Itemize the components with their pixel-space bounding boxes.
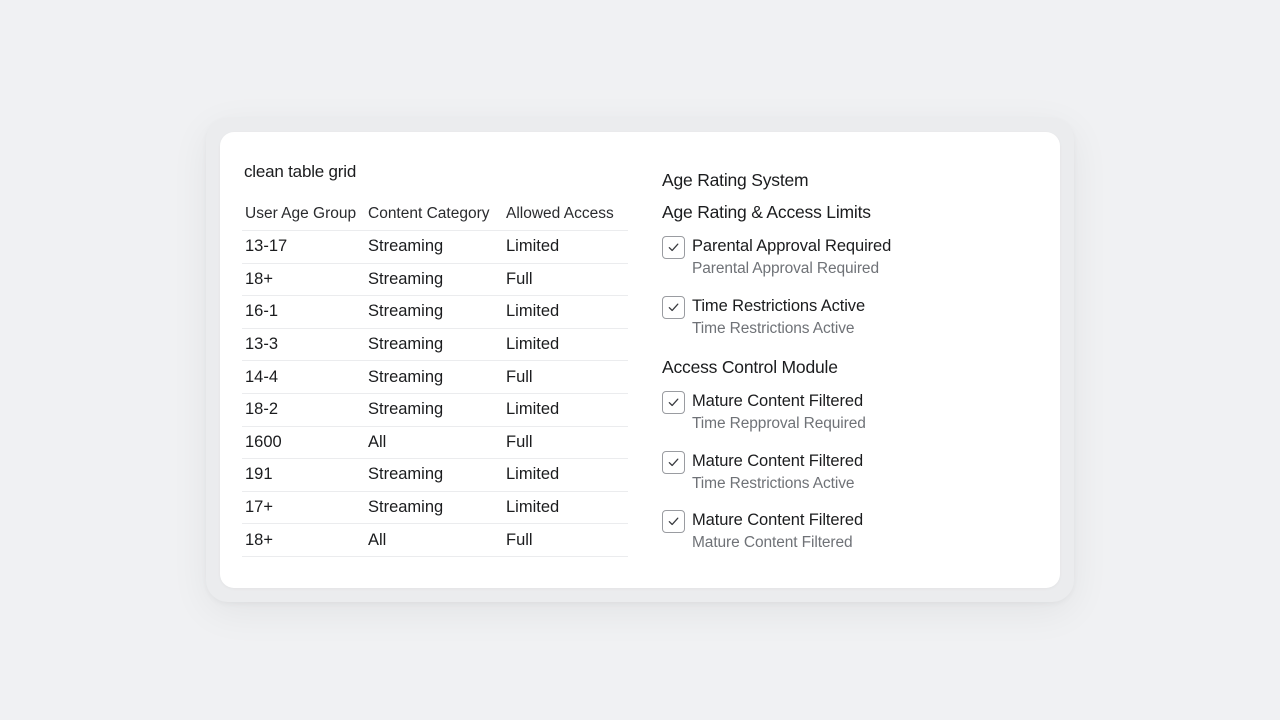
checkbox-description: Time Repproval Required: [692, 415, 866, 432]
column-header-content-category: Content Category: [368, 205, 490, 222]
column-header-allowed-access: Allowed Access: [506, 205, 614, 222]
cell-content-category: Streaming: [368, 400, 444, 419]
cell-allowed-access: Limited: [506, 498, 560, 517]
cell-content-category: All: [368, 432, 387, 451]
check-icon: [668, 458, 679, 467]
access-table: User Age Group Content Category Allowed …: [242, 198, 628, 557]
check-icon: [668, 243, 679, 252]
table-row: 14-4 Streaming Full: [242, 361, 628, 394]
cell-allowed-access: Full: [506, 269, 533, 288]
cell-content-category: All: [368, 530, 387, 549]
checkbox-label: Mature Content Filtered: [692, 392, 864, 410]
cell-allowed-access: Full: [506, 432, 533, 451]
section-title-access-control: Access Control Module: [662, 357, 838, 377]
cell-allowed-access: Full: [506, 530, 533, 549]
checkbox[interactable]: [662, 451, 685, 474]
cell-allowed-access: Limited: [506, 237, 560, 256]
table-row: 18-2 Streaming Limited: [242, 394, 628, 427]
cell-content-category: Streaming: [368, 302, 444, 321]
cell-content-category: Streaming: [368, 335, 444, 354]
checkbox-label: Mature Content Filtered: [692, 511, 864, 529]
check-icon: [668, 303, 679, 312]
cell-allowed-access: Limited: [506, 465, 560, 484]
cell-age-group: 17+: [245, 498, 273, 517]
cell-content-category: Streaming: [368, 465, 444, 484]
table-title: clean table grid: [244, 162, 357, 181]
cell-age-group: 18+: [245, 530, 273, 549]
table-row: 1600 All Full: [242, 427, 628, 460]
table-row: 18+ Streaming Full: [242, 264, 628, 297]
cell-allowed-access: Limited: [506, 400, 560, 419]
cell-content-category: Streaming: [368, 498, 444, 517]
table-header-row: User Age Group Content Category Allowed …: [242, 198, 628, 231]
cell-age-group: 13-17: [245, 237, 288, 256]
checkbox[interactable]: [662, 236, 685, 259]
checkbox[interactable]: [662, 510, 685, 533]
checkbox[interactable]: [662, 296, 685, 319]
table-row: 13-3 Streaming Limited: [242, 329, 628, 362]
table-row: 17+ Streaming Limited: [242, 492, 628, 525]
checkbox[interactable]: [662, 391, 685, 414]
cell-content-category: Streaming: [368, 367, 444, 386]
check-icon: [668, 398, 679, 407]
checkbox-description: Parental Approval Required: [692, 260, 879, 277]
cell-age-group: 16-1: [245, 302, 279, 321]
cell-age-group: 13-3: [245, 335, 279, 354]
checkbox-description: Time Restrictions Active: [692, 320, 855, 337]
table-row: 191 Streaming Limited: [242, 459, 628, 492]
cell-allowed-access: Limited: [506, 302, 560, 321]
checkbox-label: Mature Content Filtered: [692, 452, 864, 470]
column-header-age-group: User Age Group: [245, 205, 357, 222]
system-title: Age Rating System: [662, 170, 809, 190]
table-row: 16-1 Streaming Limited: [242, 296, 628, 329]
checkbox-description: Mature Content Filtered: [692, 534, 853, 551]
cell-age-group: 1600: [245, 432, 282, 451]
cell-content-category: Streaming: [368, 237, 444, 256]
cell-age-group: 14-4: [245, 367, 279, 386]
checkbox-description: Time Restrictions Active: [692, 475, 855, 492]
checkbox-label: Time Restrictions Active: [692, 297, 866, 315]
cell-age-group: 18-2: [245, 400, 279, 419]
cell-age-group: 191: [245, 465, 273, 484]
cell-content-category: Streaming: [368, 269, 444, 288]
table-row: 13-17 Streaming Limited: [242, 231, 628, 264]
cell-age-group: 18+: [245, 269, 273, 288]
check-icon: [668, 517, 679, 526]
cell-allowed-access: Limited: [506, 335, 560, 354]
cell-allowed-access: Full: [506, 367, 533, 386]
checkbox-label: Parental Approval Required: [692, 237, 892, 255]
table-row: 18+ All Full: [242, 524, 628, 557]
section-title-age-rating: Age Rating & Access Limits: [662, 202, 871, 222]
